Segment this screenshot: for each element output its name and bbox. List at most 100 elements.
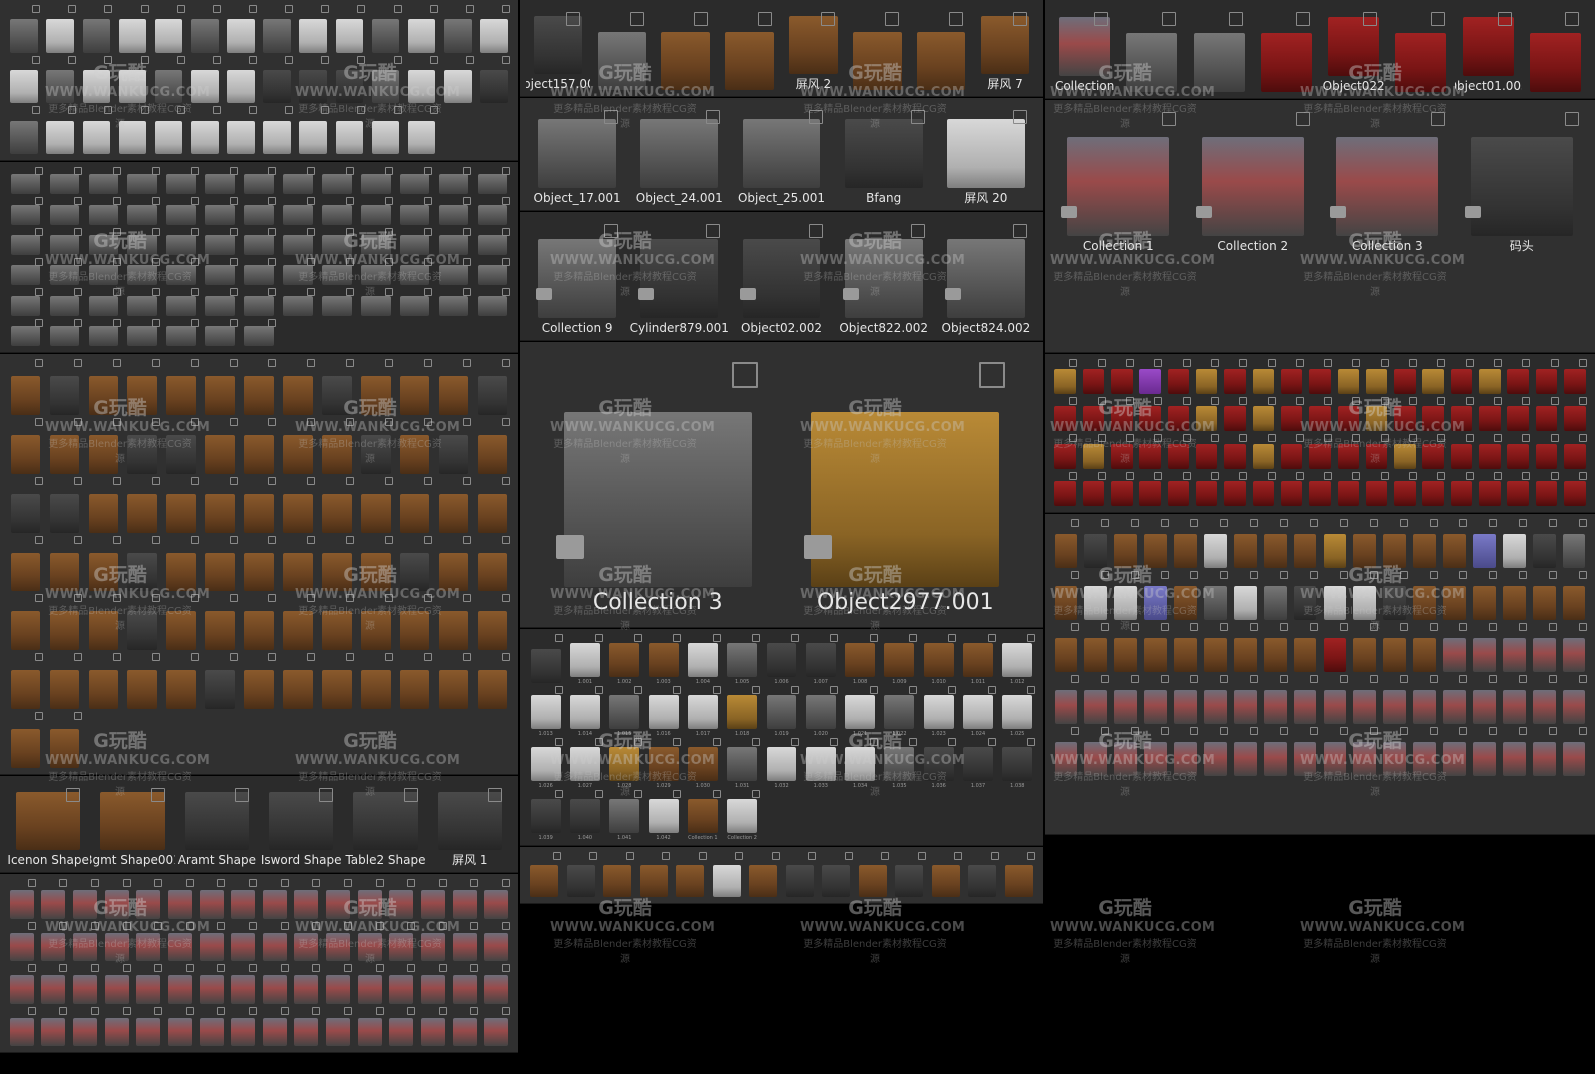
asset-tile[interactable] (1108, 358, 1136, 396)
edit-icon[interactable] (375, 964, 384, 972)
edit-icon[interactable] (1519, 727, 1528, 735)
asset-tile[interactable] (295, 4, 331, 55)
edit-icon[interactable] (438, 921, 447, 930)
edit-icon[interactable] (1579, 727, 1587, 735)
asset-tile[interactable] (1334, 433, 1362, 471)
edit-icon[interactable] (385, 258, 394, 266)
asset-tile[interactable] (354, 963, 386, 1006)
asset-tile[interactable] (395, 652, 434, 711)
edit-icon[interactable] (662, 852, 670, 860)
edit-icon[interactable] (1070, 675, 1079, 683)
asset-tile[interactable] (123, 287, 162, 317)
edit-icon[interactable] (229, 197, 238, 206)
edit-icon[interactable] (1465, 396, 1474, 405)
edit-icon[interactable] (1250, 623, 1259, 631)
asset-tile[interactable] (1171, 518, 1201, 570)
asset-tile[interactable]: Object2977.001 (782, 352, 1030, 617)
asset-tile[interactable] (162, 358, 201, 417)
edit-icon[interactable] (1409, 471, 1418, 480)
edit-icon[interactable] (1310, 623, 1318, 631)
asset-tile[interactable] (201, 227, 240, 257)
asset-tile[interactable]: 1.036 (919, 737, 958, 789)
asset-tile[interactable] (473, 196, 512, 226)
asset-tile[interactable] (356, 476, 395, 535)
edit-icon[interactable] (594, 738, 603, 746)
asset-tile[interactable] (317, 196, 356, 226)
edit-icon[interactable] (1160, 727, 1169, 735)
edit-icon[interactable] (151, 318, 160, 327)
asset-tile[interactable] (6, 535, 45, 594)
edit-icon[interactable] (1380, 396, 1389, 405)
edit-icon[interactable] (285, 106, 294, 115)
asset-tile[interactable]: Object022 (1320, 4, 1387, 94)
edit-icon[interactable] (190, 417, 199, 426)
edit-icon[interactable] (375, 921, 384, 930)
edit-icon[interactable] (673, 686, 682, 694)
asset-tile[interactable] (201, 166, 240, 196)
asset-tile[interactable] (449, 878, 481, 921)
asset-tile[interactable] (654, 4, 718, 92)
asset-tile[interactable]: Collection 1 (683, 789, 722, 841)
edit-icon[interactable] (34, 476, 43, 485)
edit-icon[interactable] (830, 634, 839, 642)
edit-icon[interactable] (424, 258, 433, 266)
edit-icon[interactable] (917, 852, 926, 860)
asset-tile[interactable] (395, 593, 434, 652)
edit-icon[interactable] (154, 964, 163, 972)
asset-tile[interactable] (1118, 4, 1185, 94)
edit-icon[interactable] (1250, 571, 1259, 579)
asset-tile[interactable] (101, 921, 133, 964)
asset-tile[interactable]: Isword Shape (259, 780, 343, 868)
edit-icon[interactable] (501, 227, 510, 236)
asset-tile[interactable]: 1.019 (762, 685, 801, 737)
edit-icon[interactable] (1324, 434, 1333, 442)
edit-icon[interactable] (1459, 727, 1468, 735)
asset-tile[interactable] (1193, 396, 1221, 434)
edit-icon[interactable] (463, 653, 472, 662)
edit-icon[interactable] (1429, 675, 1438, 683)
asset-tile[interactable] (187, 105, 223, 156)
asset-tile[interactable] (1164, 358, 1192, 396)
asset-tile[interactable]: Collection 3 (1320, 104, 1455, 254)
edit-icon[interactable] (1430, 12, 1445, 26)
asset-tile[interactable] (196, 963, 228, 1006)
asset-tile[interactable] (201, 535, 240, 594)
edit-icon[interactable] (1494, 434, 1503, 442)
edit-icon[interactable] (68, 106, 77, 115)
asset-tile[interactable] (1230, 570, 1260, 622)
asset-tile[interactable] (317, 417, 356, 476)
edit-icon[interactable] (1465, 471, 1474, 480)
edit-icon[interactable] (438, 879, 447, 887)
edit-icon[interactable] (249, 1006, 257, 1015)
edit-icon[interactable] (32, 55, 41, 64)
asset-tile[interactable] (480, 963, 512, 1006)
edit-icon[interactable] (385, 167, 394, 175)
asset-tile[interactable] (1306, 471, 1334, 509)
edit-icon[interactable] (712, 686, 721, 694)
asset-tile[interactable] (1499, 622, 1529, 674)
asset-tile[interactable] (1380, 570, 1410, 622)
asset-tile[interactable] (1079, 433, 1107, 471)
edit-icon[interactable] (1100, 571, 1109, 579)
edit-icon[interactable] (346, 417, 355, 426)
asset-tile[interactable] (240, 227, 279, 257)
edit-icon[interactable] (151, 535, 160, 544)
edit-icon[interactable] (385, 594, 394, 603)
asset-tile[interactable] (1469, 518, 1499, 570)
edit-icon[interactable] (90, 921, 99, 930)
edit-icon[interactable] (1027, 738, 1035, 746)
asset-tile[interactable] (395, 535, 434, 594)
asset-tile[interactable] (1529, 518, 1559, 570)
edit-icon[interactable] (346, 535, 355, 544)
edit-icon[interactable] (385, 197, 394, 206)
edit-icon[interactable] (791, 634, 800, 642)
asset-tile[interactable] (45, 227, 84, 257)
edit-icon[interactable] (1489, 675, 1498, 683)
asset-tile[interactable] (1200, 518, 1230, 570)
edit-icon[interactable] (185, 921, 194, 930)
edit-icon[interactable] (151, 417, 160, 426)
asset-tile[interactable] (1141, 622, 1171, 674)
asset-tile[interactable]: Collection 3 (534, 352, 782, 617)
asset-tile[interactable] (1499, 674, 1529, 726)
asset-tile[interactable] (133, 963, 165, 1006)
